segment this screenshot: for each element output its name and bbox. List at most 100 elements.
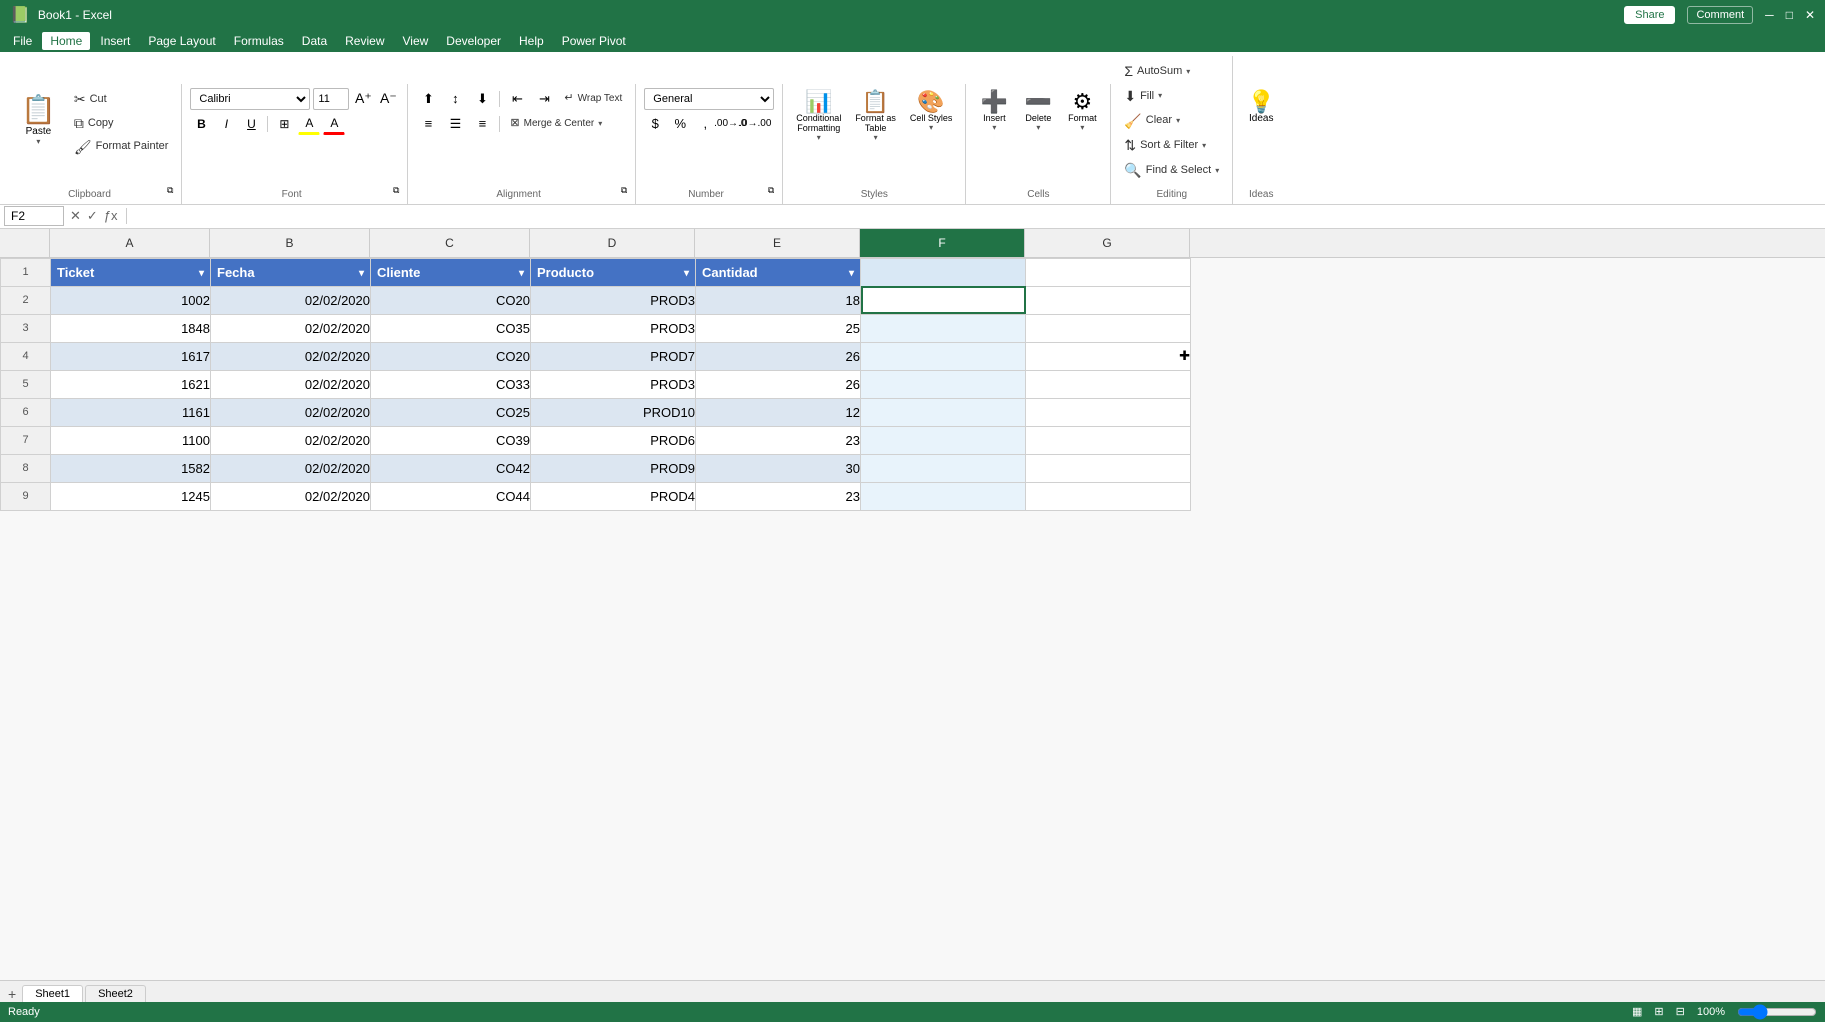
cell-g3[interactable] [1026,314,1191,342]
row-num-9[interactable]: 9 [1,482,51,510]
table-dropdown[interactable]: ▾ [874,133,878,142]
wrap-text-button[interactable]: ↵ Wrap Text [559,90,627,107]
cell-f5[interactable] [861,370,1026,398]
cell-a2[interactable]: 1002 [51,286,211,314]
font-shrink-button[interactable]: A⁻ [377,88,399,110]
delete-button[interactable]: ➖ Delete ▾ [1018,88,1058,135]
merge-center-button[interactable]: ⊠ Merge & Center ▾ [505,115,607,132]
font-color-button[interactable]: A [323,113,345,135]
cell-c4[interactable]: CO20 [371,342,531,370]
menu-formulas[interactable]: Formulas [226,32,292,50]
cell-e4[interactable]: 26 [696,342,861,370]
col-header-d[interactable]: D [530,229,695,257]
zoom-slider[interactable] [1737,1004,1817,1020]
cell-a6[interactable]: 1161 [51,398,211,426]
cell-b7[interactable]: 02/02/2020 [211,426,371,454]
cell-e5[interactable]: 26 [696,370,861,398]
align-top-button[interactable]: ⬆ [416,88,440,110]
indent-right-button[interactable]: ⇥ [532,88,556,110]
cell-a7[interactable]: 1100 [51,426,211,454]
number-format-select[interactable]: General Number Currency [644,88,774,110]
sheet-tab-sheet1[interactable]: Sheet1 [22,985,83,1002]
cell-e3[interactable]: 25 [696,314,861,342]
cell-c7[interactable]: CO39 [371,426,531,454]
format-dropdown[interactable]: ▾ [1080,123,1084,132]
row-num-2[interactable]: 2 [1,286,51,314]
format-button[interactable]: ⚙ Format ▾ [1062,88,1102,135]
cell-g6[interactable] [1026,398,1191,426]
alignment-expand[interactable]: ⧉ [621,185,627,196]
header-cantidad[interactable]: Cantidad ▾ [696,258,861,286]
ideas-button[interactable]: 💡 Ideas [1241,88,1281,127]
cell-d2[interactable]: PROD3 [531,286,696,314]
row-num-5[interactable]: 5 [1,370,51,398]
cell-g8[interactable] [1026,454,1191,482]
menu-page-layout[interactable]: Page Layout [140,32,223,50]
view-layout-icon[interactable]: ⊞ [1654,1005,1663,1018]
cell-g1[interactable] [1026,258,1191,286]
cell-g9[interactable] [1026,482,1191,510]
cell-f2[interactable] [861,286,1026,314]
menu-review[interactable]: Review [337,32,392,50]
cell-b5[interactable]: 02/02/2020 [211,370,371,398]
cell-d7[interactable]: PROD6 [531,426,696,454]
comment-button[interactable]: Comment [1687,6,1753,24]
cell-e2[interactable]: 18 [696,286,861,314]
cell-g4[interactable]: ✚ [1026,342,1191,370]
conditional-dropdown[interactable]: ▾ [817,133,821,142]
comma-button[interactable]: % [669,113,691,135]
cell-a5[interactable]: 1621 [51,370,211,398]
cell-f7[interactable] [861,426,1026,454]
indent-left-button[interactable]: ⇤ [505,88,529,110]
cut-button[interactable]: ✂ Cut [69,88,174,111]
cell-b2[interactable]: 02/02/2020 [211,286,371,314]
bold-button[interactable]: B [190,113,212,135]
row-num-1[interactable]: 1 [1,258,51,286]
increase-decimal-button[interactable]: .0→.00 [744,113,766,135]
close-icon[interactable]: ✕ [1805,8,1815,22]
cell-f1[interactable] [861,258,1026,286]
insert-dropdown[interactable]: ▾ [992,123,996,132]
menu-home[interactable]: Home [42,32,90,50]
cell-e7[interactable]: 23 [696,426,861,454]
format-painter-button[interactable]: 🖌 Format Painter [69,136,174,159]
fill-color-button[interactable]: A [298,113,320,135]
row-header-corner[interactable] [0,229,50,257]
copy-button[interactable]: ⧉ Copy [69,112,174,135]
sort-filter-button[interactable]: ⇅ Sort & Filter ▾ [1119,134,1211,157]
cell-f4[interactable] [861,342,1026,370]
menu-power-pivot[interactable]: Power Pivot [554,32,634,50]
cell-f3[interactable] [861,314,1026,342]
col-header-e[interactable]: E [695,229,860,257]
header-ticket[interactable]: Ticket ▾ [51,258,211,286]
format-table-button[interactable]: 📋 Format asTable ▾ [850,88,901,145]
row-num-8[interactable]: 8 [1,454,51,482]
find-select-button[interactable]: 🔍 Find & Select ▾ [1119,159,1224,182]
percent-button[interactable]: $ [644,113,666,135]
cell-g7[interactable] [1026,426,1191,454]
insert-function-icon[interactable]: ƒx [102,208,120,224]
cell-reference-box[interactable] [4,206,64,226]
cell-b9[interactable]: 02/02/2020 [211,482,371,510]
maximize-icon[interactable]: □ [1786,8,1793,22]
menu-view[interactable]: View [395,32,437,50]
underline-button[interactable]: U [240,113,262,135]
menu-developer[interactable]: Developer [438,32,509,50]
col-header-a[interactable]: A [50,229,210,257]
view-preview-icon[interactable]: ⊟ [1676,1005,1685,1018]
cell-d6[interactable]: PROD10 [531,398,696,426]
menu-data[interactable]: Data [294,32,335,50]
header-producto[interactable]: Producto ▾ [531,258,696,286]
cell-d3[interactable]: PROD3 [531,314,696,342]
align-right-button[interactable]: ≡ [470,113,494,135]
header-fecha[interactable]: Fecha ▾ [211,258,371,286]
clipboard-expand[interactable]: ⧉ [167,185,173,196]
col-header-b[interactable]: B [210,229,370,257]
align-middle-button[interactable]: ↕ [443,88,467,110]
minimize-icon[interactable]: ─ [1765,8,1774,22]
cell-b4[interactable]: 02/02/2020 [211,342,371,370]
cell-c8[interactable]: CO42 [371,454,531,482]
row-num-3[interactable]: 3 [1,314,51,342]
font-size-input[interactable] [313,88,349,110]
view-normal-icon[interactable]: ▦ [1632,1005,1642,1018]
